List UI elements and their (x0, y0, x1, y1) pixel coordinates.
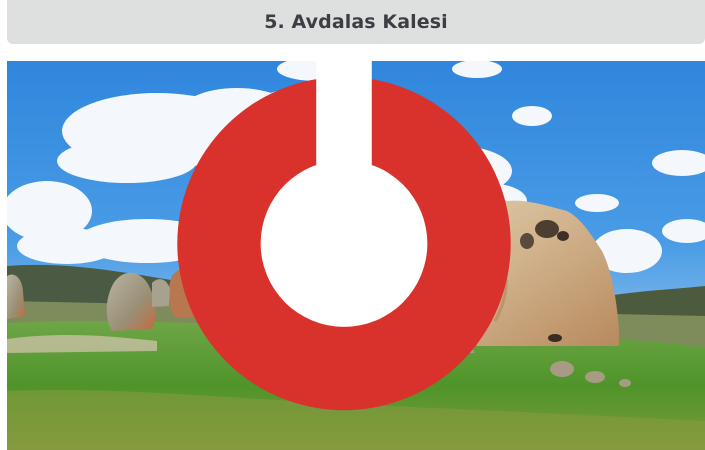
logo-icon (177, 61, 511, 411)
page-title: 5. Avdalas Kalesi (264, 11, 448, 33)
landscape-photo (7, 61, 705, 450)
page: 5. Avdalas Kalesi (0, 0, 705, 450)
title-bar: 5. Avdalas Kalesi (7, 0, 705, 44)
